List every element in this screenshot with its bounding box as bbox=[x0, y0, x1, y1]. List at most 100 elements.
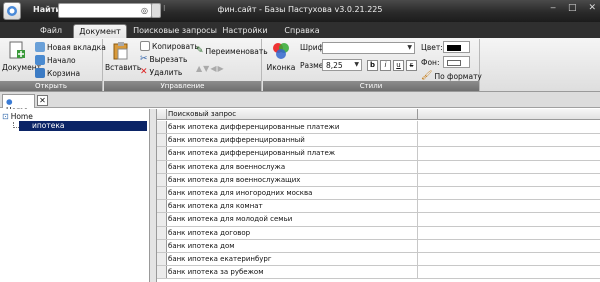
by-format-button[interactable]: 🖌 По формату bbox=[421, 71, 482, 81]
styles-group: Иконка Шрифт ▼ Размер 8,25 ▼ b i u s Цвет… bbox=[263, 39, 482, 91]
bg-swatch bbox=[447, 60, 461, 66]
table-row[interactable]: банк ипотека за рубежом bbox=[157, 266, 600, 280]
network-icon: ⊡ bbox=[2, 112, 9, 121]
table-row[interactable]: банк ипотека екатеринбург bbox=[157, 252, 600, 267]
delete-icon: ✕ bbox=[140, 67, 148, 77]
arrow-down-icon[interactable]: ▼ bbox=[203, 64, 209, 73]
row-header[interactable] bbox=[157, 121, 167, 134]
row-header[interactable] bbox=[157, 266, 167, 279]
close-button[interactable]: ✕ bbox=[588, 3, 596, 13]
table-row[interactable]: банк ипотека дифференцированный платеж bbox=[157, 147, 600, 161]
cut-label: Вырезать bbox=[149, 54, 188, 64]
font-select[interactable]: ▼ bbox=[322, 42, 415, 54]
grid-corner[interactable] bbox=[157, 109, 167, 120]
row-header[interactable] bbox=[157, 239, 167, 252]
document-button[interactable]: Документ bbox=[2, 41, 41, 72]
table-row[interactable]: банк ипотека дифференцированный bbox=[157, 134, 600, 148]
ribbon-tab-bar: Файл Документ Поисковые запросы Настройк… bbox=[0, 22, 600, 38]
tab-file[interactable]: Файл bbox=[31, 24, 71, 38]
scissors-icon: ✂ bbox=[140, 54, 148, 64]
table-row[interactable]: банк ипотека дифференцированные платежи bbox=[157, 121, 600, 135]
basket-button[interactable]: Корзина bbox=[35, 68, 80, 78]
table-row[interactable]: банк ипотека для иногородних москва bbox=[157, 186, 600, 201]
table-row[interactable]: банк ипотека для военнослужащих bbox=[157, 173, 600, 187]
bg-color-picker[interactable] bbox=[443, 56, 470, 68]
new-tab-icon bbox=[35, 42, 45, 52]
query-cell[interactable]: банк ипотека дифференцированный платеж bbox=[168, 149, 335, 157]
home-tab-icon: ● bbox=[6, 97, 13, 106]
paste-button[interactable]: Вставить bbox=[105, 41, 142, 72]
paste-icon bbox=[113, 42, 128, 60]
table-row[interactable]: банк ипотека для молодой семьи bbox=[157, 213, 600, 227]
cell-separator bbox=[417, 173, 418, 186]
table-row[interactable]: банк ипотека для комнат bbox=[157, 200, 600, 214]
basket-label: Корзина bbox=[47, 68, 81, 78]
arrow-left-icon[interactable]: ◀ bbox=[210, 64, 216, 73]
tree-root-label: Home bbox=[10, 112, 33, 121]
query-cell[interactable]: банк ипотека дом bbox=[168, 242, 235, 250]
close-tab-button[interactable]: ✕ bbox=[37, 95, 48, 106]
table-row[interactable]: банк ипотека дом bbox=[157, 239, 600, 253]
query-cell[interactable]: банк ипотека для молодой семьи bbox=[168, 215, 292, 223]
home-tab[interactable]: ● Home bbox=[2, 94, 35, 115]
table-row[interactable]: банк ипотека договор bbox=[157, 226, 600, 240]
tree-item-ipoteka[interactable]: ипотека bbox=[19, 121, 147, 131]
query-cell[interactable]: банк ипотека за рубежом bbox=[168, 268, 264, 276]
row-header[interactable] bbox=[157, 160, 167, 173]
cut-button[interactable]: ✂ Вырезать bbox=[140, 54, 187, 64]
new-tab-button[interactable]: Новая вкладка bbox=[35, 42, 106, 52]
cell-separator bbox=[417, 121, 418, 134]
splitter[interactable] bbox=[150, 109, 157, 282]
query-cell[interactable]: банк ипотека дифференцированные платежи bbox=[168, 123, 339, 131]
tab-help[interactable]: Справка bbox=[277, 24, 327, 38]
query-cell[interactable]: банк ипотека для комнат bbox=[168, 202, 263, 210]
minimize-button[interactable]: ‒ bbox=[550, 3, 556, 13]
row-header[interactable] bbox=[157, 186, 167, 200]
size-select[interactable]: 8,25 ▼ bbox=[322, 59, 362, 71]
column-header-query[interactable]: Поисковый запрос bbox=[168, 110, 236, 118]
query-cell[interactable]: банк ипотека для военнослужащих bbox=[168, 176, 300, 184]
table-row[interactable]: банк ипотека для военнослужа bbox=[157, 160, 600, 174]
queries-grid: Поисковый запрос банк ипотека дифференци… bbox=[157, 109, 600, 282]
open-group: Документ Новая вкладка Начало Корзина От… bbox=[0, 39, 106, 91]
arrow-right-icon[interactable]: ▶ bbox=[217, 64, 223, 73]
query-cell[interactable]: банк ипотека дифференцированный bbox=[168, 136, 305, 144]
tree-root-home[interactable]: ⊡ Home bbox=[2, 112, 33, 121]
grid-header: Поисковый запрос bbox=[157, 109, 600, 120]
tab-document[interactable]: Документ bbox=[73, 24, 127, 38]
chevron-down-icon: ▼ bbox=[354, 61, 359, 68]
underline-button[interactable]: u bbox=[393, 60, 404, 71]
tab-settings[interactable]: Настройки bbox=[220, 24, 270, 38]
bold-button[interactable]: b bbox=[367, 60, 378, 71]
query-cell[interactable]: банк ипотека для иногородних москва bbox=[168, 189, 312, 197]
rename-button[interactable]: ✎ Переименовать bbox=[196, 46, 268, 56]
icon-button[interactable]: Иконка bbox=[266, 41, 296, 72]
strike-button[interactable]: s bbox=[406, 60, 417, 71]
text-color-picker[interactable] bbox=[443, 41, 470, 53]
copy-button[interactable]: Копировать bbox=[140, 41, 199, 51]
delete-button[interactable]: ✕ Удалить bbox=[140, 67, 182, 77]
row-header[interactable] bbox=[157, 173, 167, 186]
query-cell[interactable]: банк ипотека договор bbox=[168, 229, 250, 237]
query-cell[interactable]: банк ипотека для военнослужа bbox=[168, 163, 285, 171]
arrow-up-icon[interactable]: ▲ bbox=[196, 64, 202, 73]
window-title: фин.сайт - Базы Пастухова v3.0.21.225 bbox=[217, 5, 383, 14]
cell-separator bbox=[417, 186, 418, 200]
row-header[interactable] bbox=[157, 134, 167, 147]
grid-rows: банк ипотека дифференцированные платежи … bbox=[157, 121, 600, 280]
row-header[interactable] bbox=[157, 213, 167, 226]
maximize-button[interactable]: □ bbox=[568, 3, 577, 13]
icon-button-label: Иконка bbox=[266, 63, 296, 72]
paste-label: Вставить bbox=[105, 63, 142, 72]
query-cell[interactable]: банк ипотека екатеринбург bbox=[168, 255, 272, 263]
column-separator[interactable] bbox=[417, 109, 418, 120]
row-header[interactable] bbox=[157, 147, 167, 160]
format-painter-icon: 🖌 bbox=[421, 71, 433, 81]
row-header[interactable] bbox=[157, 252, 167, 266]
italic-button[interactable]: i bbox=[380, 60, 391, 71]
start-button[interactable]: Начало bbox=[35, 55, 76, 65]
new-document-icon bbox=[9, 41, 25, 59]
row-header[interactable] bbox=[157, 200, 167, 213]
tab-search-queries[interactable]: Поисковые запросы bbox=[131, 24, 219, 38]
row-header[interactable] bbox=[157, 226, 167, 239]
